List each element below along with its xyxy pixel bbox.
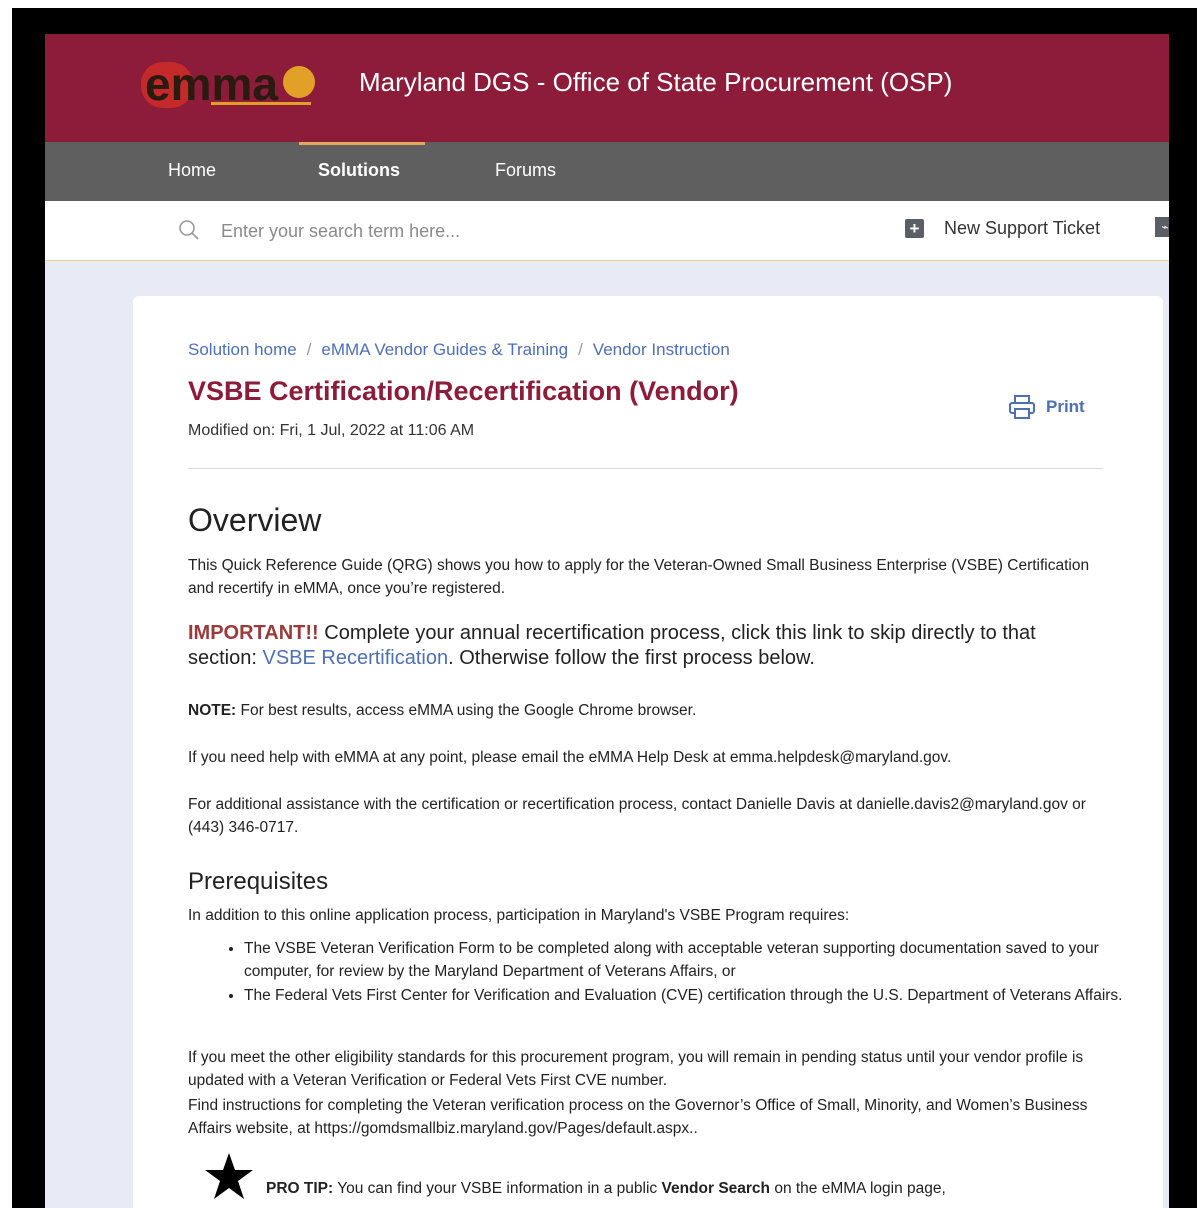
breadcrumb-solution-home[interactable]: Solution home (188, 340, 297, 359)
note-paragraph: NOTE: For best results, access eMMA usin… (188, 699, 1108, 722)
article-card: Solution home / eMMA Vendor Guides & Train… (133, 296, 1163, 1208)
printer-icon (1009, 395, 1035, 419)
nav-home[interactable]: Home (168, 142, 216, 201)
breadcrumb-vendor-instruction[interactable]: Vendor Instruction (593, 340, 730, 359)
emma-logo[interactable]: emma (141, 56, 317, 114)
instructions-text: Find instructions for completing the Vet… (188, 1097, 1088, 1137)
important-label: IMPORTANT!! (188, 622, 319, 644)
overview-text: This Quick Reference Guide (QRG) shows y… (188, 557, 1090, 597)
search-icon (179, 220, 199, 240)
activity-icon[interactable]: ⌁ (1155, 217, 1169, 237)
note-text: For best results, access eMMA using the … (236, 702, 697, 719)
nav-forums[interactable]: Forums (495, 142, 556, 201)
prerequisites-list: The VSBE Veteran Verification Form to be… (188, 937, 1144, 1008)
pro-tip-label: PRO TIP: (266, 1180, 334, 1197)
prerequisites-intro: In addition to this online application p… (188, 907, 850, 924)
nav-solutions[interactable]: Solutions (318, 142, 400, 201)
star-icon (205, 1153, 253, 1199)
note-label: NOTE: (188, 702, 237, 719)
list-item: The Federal Vets First Center for Verifi… (244, 984, 1144, 1007)
breadcrumb: Solution home / eMMA Vendor Guides & Train… (188, 340, 730, 360)
new-support-ticket-label: New Support Ticket (944, 217, 1101, 238)
pro-tip: PRO TIP: You can find your VSBE informat… (266, 1180, 946, 1198)
browser-viewport: emma Maryland DGS - Office of State Proc… (45, 34, 1169, 1208)
overview-heading: Overview (188, 502, 322, 538)
list-item: The VSBE Veteran Verification Form to be… (244, 937, 1144, 983)
assistance-text: For additional assistance with the certi… (188, 796, 1086, 836)
pro-tip-text-end: on the eMMA login page, (770, 1180, 946, 1197)
breadcrumb-separator: / (578, 340, 583, 359)
title-divider (188, 468, 1103, 469)
vendor-search-bold: Vendor Search (661, 1180, 771, 1197)
vsbe-recertification-link[interactable]: VSBE Recertification (262, 647, 448, 669)
breadcrumb-vendor-guides[interactable]: eMMA Vendor Guides & Training (321, 340, 568, 359)
print-button[interactable]: Print (1008, 394, 1085, 420)
modified-date: Modified on: Fri, 1 Jul, 2022 at 11:06 A… (188, 422, 475, 439)
important-text-end: . Otherwise follow the first process bel… (448, 647, 815, 669)
search-bar: + New Support Ticket ⌁ (45, 201, 1169, 261)
main-nav: Home Solutions Forums (45, 142, 1169, 201)
breadcrumb-separator: / (306, 340, 312, 359)
site-header: emma Maryland DGS - Office of State Proc… (45, 34, 1169, 142)
search-input[interactable] (219, 215, 783, 247)
article-title: VSBE Certification/Recertification (Vend… (188, 376, 739, 406)
important-notice: IMPORTANT!! Complete your annual recerti… (188, 621, 1108, 671)
plus-icon: + (905, 218, 924, 238)
print-label: Print (1046, 397, 1085, 416)
help-text: If you need help with eMMA at any point,… (188, 749, 952, 766)
pro-tip-text: You can find your VSBE information in a … (333, 1180, 662, 1197)
new-support-ticket-button[interactable]: + New Support Ticket (905, 213, 1100, 243)
eligibility-text: If you meet the other eligibility standa… (188, 1049, 1084, 1089)
prerequisites-heading: Prerequisites (188, 868, 329, 895)
site-title: Maryland DGS - Office of State Procureme… (359, 67, 953, 97)
